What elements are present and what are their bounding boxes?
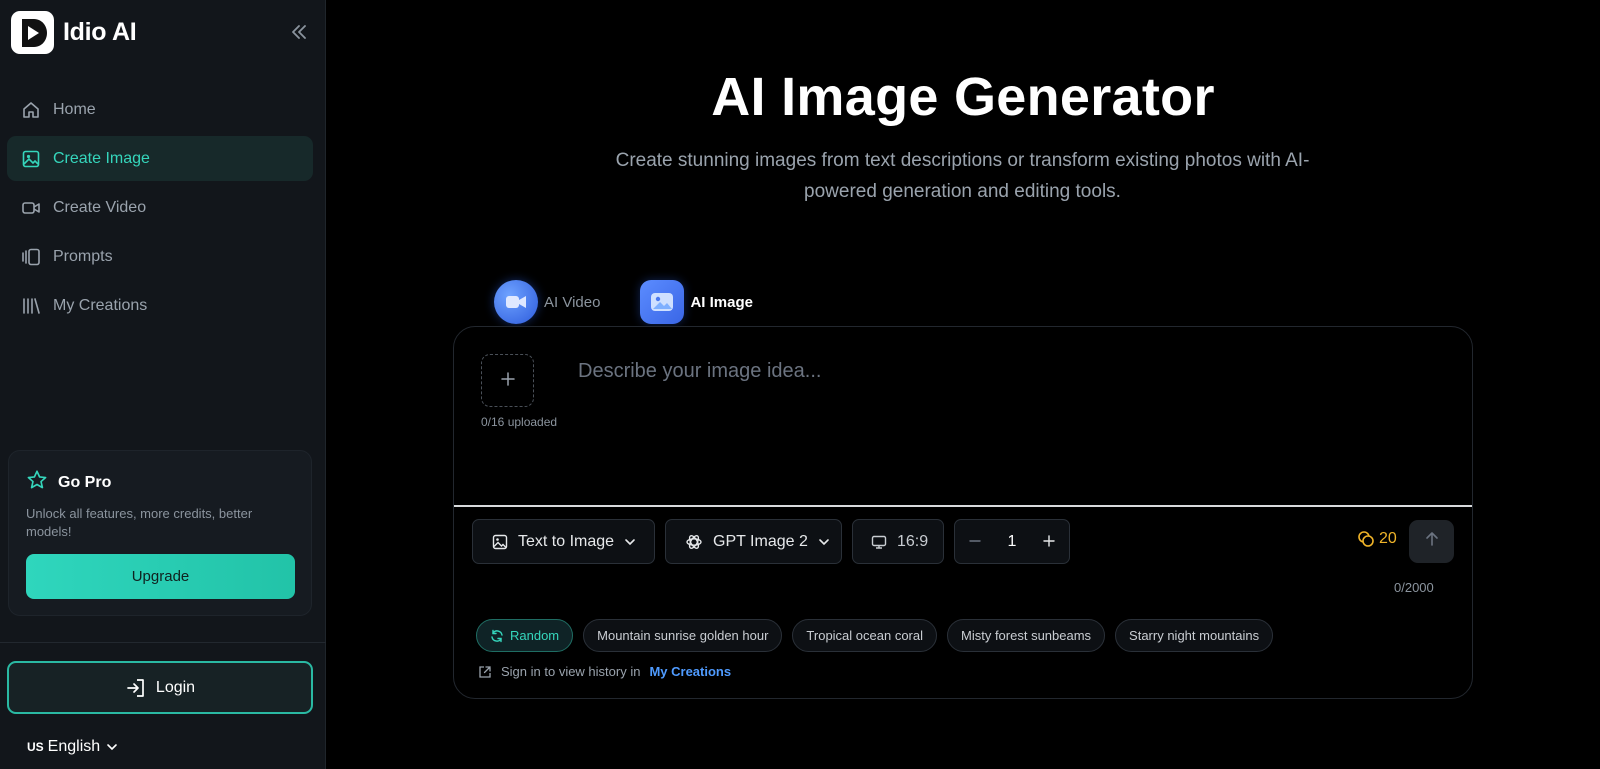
upgrade-button[interactable]: Upgrade bbox=[26, 554, 295, 599]
page-subtitle: Create stunning images from text descrip… bbox=[615, 150, 1310, 202]
monitor-icon bbox=[871, 534, 887, 550]
mode-dropdown[interactable]: Text to Image bbox=[472, 519, 655, 564]
plus-icon[interactable] bbox=[1043, 531, 1055, 552]
sidebar-item-create-image[interactable]: Create Image bbox=[7, 136, 313, 181]
random-prompt-button[interactable]: Random bbox=[476, 619, 574, 652]
credits-value: 20 bbox=[1379, 530, 1397, 547]
suggestion-chip[interactable]: Tropical ocean coral bbox=[792, 619, 937, 652]
suggestion-chip[interactable]: Starry night mountains bbox=[1115, 619, 1274, 652]
quantity-stepper: 1 bbox=[954, 519, 1070, 564]
flag-icon: US bbox=[27, 740, 44, 754]
prompts-icon bbox=[21, 247, 41, 267]
video-camera-icon bbox=[494, 280, 538, 324]
suggestion-chip[interactable]: Misty forest sunbeams bbox=[947, 619, 1106, 652]
image-icon bbox=[21, 149, 41, 169]
page-title: AI Image Generator bbox=[711, 67, 1215, 127]
sidebar-item-label: Home bbox=[53, 100, 96, 118]
sidebar-item-my-creations[interactable]: My Creations bbox=[7, 283, 313, 328]
login-icon bbox=[125, 677, 147, 699]
prompt-input[interactable] bbox=[578, 351, 1438, 391]
video-icon bbox=[21, 198, 41, 218]
language-selector[interactable]: US English bbox=[27, 738, 118, 756]
picture-icon bbox=[640, 280, 685, 324]
chevron-down-icon bbox=[624, 536, 636, 548]
sidebar-item-label: Create Video bbox=[53, 198, 147, 216]
sidebar-divider bbox=[0, 642, 326, 643]
chevron-down-icon bbox=[818, 536, 830, 548]
credits-cost: 20 bbox=[1357, 530, 1397, 548]
model-dropdown[interactable]: GPT Image 2 bbox=[665, 519, 842, 564]
minus-icon[interactable] bbox=[969, 531, 981, 552]
brand[interactable]: Idio AI bbox=[11, 11, 137, 54]
library-icon bbox=[21, 296, 41, 316]
star-icon bbox=[26, 469, 48, 496]
history-text: Sign in to view history in bbox=[501, 664, 641, 679]
go-pro-title: Go Pro bbox=[58, 473, 112, 491]
sidebar-item-label: Create Image bbox=[53, 149, 150, 167]
coins-icon bbox=[1357, 530, 1375, 548]
arrow-up-icon bbox=[1424, 531, 1440, 552]
sidebar-item-label: Prompts bbox=[53, 247, 113, 265]
app-name: Idio AI bbox=[63, 18, 137, 46]
home-icon bbox=[21, 100, 41, 120]
suggestion-chips: Random Mountain sunrise golden hour Trop… bbox=[476, 619, 1283, 652]
aspect-ratio-button[interactable]: 16:9 bbox=[852, 519, 944, 564]
aspect-ratio-label: 16:9 bbox=[897, 532, 929, 550]
plus-icon bbox=[500, 369, 515, 392]
openai-icon bbox=[685, 533, 703, 551]
upload-count: 0/16 uploaded bbox=[481, 415, 558, 429]
refresh-icon bbox=[490, 629, 504, 643]
sidebar: Idio AI Home Create Image Create Video P… bbox=[0, 0, 326, 769]
sidebar-item-home[interactable]: Home bbox=[7, 87, 313, 132]
generate-button[interactable] bbox=[1409, 520, 1454, 563]
upload-button[interactable] bbox=[481, 354, 534, 407]
quantity-value: 1 bbox=[1007, 532, 1017, 550]
chevron-down-icon bbox=[106, 741, 118, 753]
login-button[interactable]: Login bbox=[7, 661, 313, 714]
tab-ai-video[interactable]: AI Video bbox=[494, 280, 600, 324]
my-creations-link[interactable]: My Creations bbox=[649, 664, 731, 679]
mode-tabs: AI Video AI Image bbox=[494, 280, 793, 324]
history-notice: Sign in to view history in My Creations bbox=[478, 664, 731, 679]
composer-card: 0/16 uploaded Text to Image GPT Image 2 … bbox=[453, 326, 1473, 699]
random-label: Random bbox=[510, 628, 560, 643]
suggestion-chip[interactable]: Mountain sunrise golden hour bbox=[583, 619, 783, 652]
sidebar-item-create-video[interactable]: Create Video bbox=[7, 185, 313, 230]
logo-icon bbox=[11, 11, 54, 54]
login-label: Login bbox=[155, 678, 196, 696]
model-label: GPT Image 2 bbox=[713, 532, 808, 550]
tab-label: AI Image bbox=[690, 293, 753, 311]
mode-label: Text to Image bbox=[518, 532, 615, 550]
character-count: 0/2000 bbox=[1394, 580, 1434, 595]
collapse-sidebar-icon[interactable] bbox=[288, 20, 310, 44]
tab-label: AI Video bbox=[544, 293, 601, 311]
sidebar-item-label: My Creations bbox=[53, 296, 148, 314]
go-pro-description: Unlock all features, more credits, bette… bbox=[26, 506, 253, 539]
external-link-icon bbox=[478, 665, 492, 679]
sidebar-item-prompts[interactable]: Prompts bbox=[7, 234, 313, 279]
tab-ai-image[interactable]: AI Image bbox=[640, 280, 753, 324]
composer-divider bbox=[454, 505, 1472, 507]
go-pro-card: Go Pro Unlock all features, more credits… bbox=[8, 450, 312, 616]
language-label: English bbox=[47, 738, 101, 755]
sidebar-nav: Home Create Image Create Video Prompts M… bbox=[7, 87, 313, 332]
image-icon bbox=[492, 534, 508, 550]
